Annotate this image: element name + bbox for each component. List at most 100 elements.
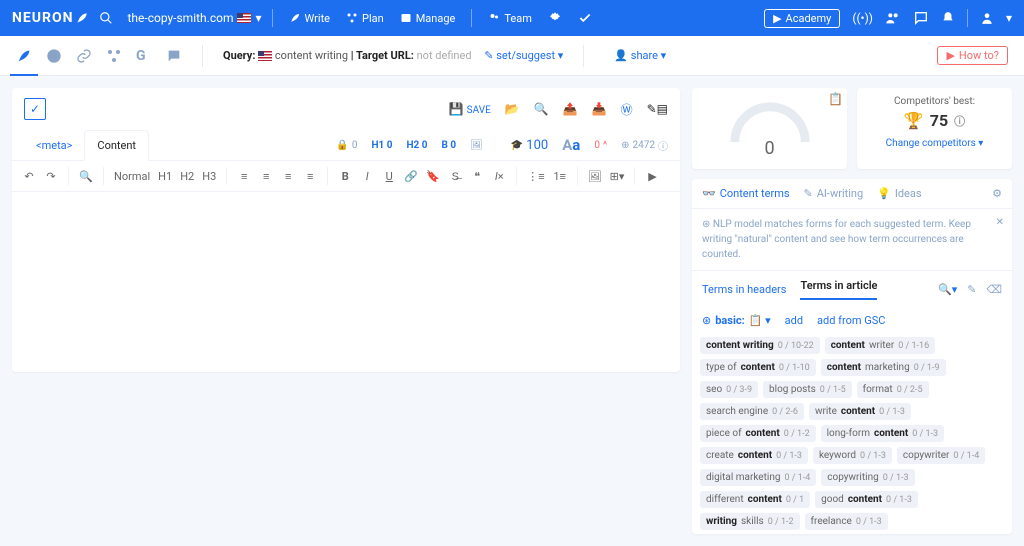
underline-button[interactable]: U (382, 170, 396, 183)
term-chip[interactable]: long-form content 0 / 1-3 (821, 425, 944, 442)
open-icon[interactable]: 📂 (505, 102, 520, 116)
term-chip[interactable]: copywriting 0 / 1-3 (821, 469, 914, 486)
topbar: NEURON the-copy-smith.com ▾ Write Plan M… (0, 0, 1024, 36)
term-chip[interactable]: format 0 / 2-5 (857, 381, 929, 398)
term-chip[interactable]: content writer 0 / 1-16 (825, 337, 935, 354)
term-chip[interactable]: keyword 0 / 1-3 (813, 447, 892, 464)
term-chip[interactable]: blog posts 0 / 1-5 (763, 381, 852, 398)
nav-write[interactable]: Write (289, 12, 330, 25)
term-chip[interactable]: digital marketing 0 / 1-4 (700, 469, 816, 486)
set-suggest-link[interactable]: ✎ set/suggest ▾ (484, 49, 563, 62)
list-ol[interactable]: 1≡ (553, 170, 567, 183)
score-gauge: 📋 0 (692, 88, 847, 169)
edit-icon[interactable]: ✎ (967, 283, 976, 296)
search-icon[interactable] (99, 11, 113, 25)
italic-button[interactable]: I (360, 170, 374, 183)
mode-pie-icon[interactable] (46, 48, 62, 64)
undo-button[interactable]: ↶ (22, 170, 36, 183)
mode-google-icon[interactable]: G (136, 48, 152, 64)
howto-button[interactable]: ▶How to? (937, 46, 1008, 65)
term-chip[interactable]: content marketing 0 / 1-9 (821, 359, 946, 376)
share-link[interactable]: 👤 share ▾ (614, 49, 666, 62)
close-hint[interactable]: ✕ (996, 215, 1004, 230)
editor-body[interactable] (12, 192, 680, 372)
mode-write-icon[interactable] (16, 48, 32, 64)
term-chip[interactable]: seo 0 / 3-9 (700, 381, 758, 398)
change-competitors-link[interactable]: Change competitors ▾ (886, 138, 984, 149)
term-chip[interactable]: create content 0 / 1-3 (700, 447, 808, 464)
align-right[interactable]: ≡ (281, 170, 295, 183)
nav-plan[interactable]: Plan (346, 12, 384, 25)
term-chip[interactable]: different content 0 / 1 (700, 491, 810, 508)
link-button[interactable]: 🔗 (404, 170, 418, 183)
nlp-hint: ⊛ NLP model matches forms for each sugge… (692, 209, 1012, 271)
logo[interactable]: NEURON (12, 10, 89, 26)
user-menu-chevron[interactable]: ▾ (1006, 11, 1012, 25)
term-chip[interactable]: type of content 0 / 1-10 (700, 359, 816, 376)
gear-icon[interactable] (548, 11, 562, 25)
preview-icon[interactable]: 🔍 (534, 102, 549, 116)
format-h1[interactable]: H1 (158, 170, 172, 183)
quote-button[interactable]: ❝ (470, 170, 484, 183)
clipboard-icon[interactable]: 📋 (828, 92, 843, 106)
tab-meta[interactable]: <meta> (24, 131, 84, 160)
tab-content-terms[interactable]: 👓 Content terms (702, 187, 790, 200)
term-chip[interactable]: write content 0 / 1-3 (809, 403, 911, 420)
subtab-headers[interactable]: Terms in headers (702, 283, 786, 296)
tab-ideas[interactable]: 💡 Ideas (877, 187, 921, 200)
add-term[interactable]: add (785, 314, 803, 327)
term-chip[interactable]: writing skills 0 / 1-2 (700, 513, 800, 530)
settings-icon[interactable]: ⚙ (992, 187, 1002, 200)
table-button[interactable]: ⊞▾ (610, 170, 625, 183)
domain-selector[interactable]: the-copy-smith.com ▾ (127, 11, 261, 25)
bold-button[interactable]: B (338, 170, 352, 183)
magic-icon[interactable]: ✎▤ (647, 102, 668, 116)
chat-icon[interactable] (913, 10, 929, 26)
mode-chat-icon[interactable] (166, 48, 182, 64)
user-icon[interactable] (980, 11, 994, 25)
tab-ai-writing[interactable]: ✎ AI-writing (804, 187, 864, 200)
align-justify[interactable]: ≡ (303, 170, 317, 183)
tab-content[interactable]: Content (84, 130, 149, 161)
video-button[interactable]: ▶ (645, 170, 659, 183)
filter-icon[interactable]: 🔍▾ (938, 283, 957, 296)
check-icon[interactable] (578, 11, 592, 25)
nav-manage[interactable]: Manage (400, 12, 456, 25)
term-chip[interactable]: good content 0 / 1-3 (815, 491, 918, 508)
academy-button[interactable]: ▶Academy (764, 9, 840, 28)
subtab-article[interactable]: Terms in article (800, 279, 877, 300)
bell-icon[interactable] (941, 11, 955, 25)
term-chip[interactable]: copywriter 0 / 1-4 (897, 447, 985, 464)
broadcast-icon[interactable]: ((•)) (852, 11, 873, 25)
people-icon[interactable] (885, 10, 901, 26)
save-button[interactable]: 💾 SAVE (449, 102, 491, 116)
select-all-checkbox[interactable]: ✓ (24, 98, 46, 120)
clear-button[interactable]: I× (492, 170, 506, 183)
redo-button[interactable]: ↷ (44, 170, 58, 183)
bookmark-button[interactable]: 🔖 (426, 170, 440, 183)
search-button[interactable]: 🔍 (79, 170, 93, 183)
term-chip[interactable]: freelance 0 / 1-3 (805, 513, 888, 530)
format-h3[interactable]: H3 (202, 170, 216, 183)
mode-link-icon[interactable] (76, 48, 92, 64)
align-center[interactable]: ≡ (259, 170, 273, 183)
import-icon[interactable]: 📥 (592, 102, 607, 116)
term-chip[interactable]: piece of content 0 / 1-2 (700, 425, 816, 442)
format-normal[interactable]: Normal (114, 170, 150, 183)
flag-us-icon (258, 51, 272, 61)
add-from-gsc[interactable]: add from GSC (817, 314, 885, 327)
term-chip[interactable]: content writing 0 / 10-22 (700, 337, 820, 354)
mode-nodes-icon[interactable] (106, 48, 122, 64)
wordpress-icon[interactable]: Ⓦ (621, 101, 633, 118)
image-button[interactable]: 🖼 (588, 170, 602, 183)
align-left[interactable]: ≡ (237, 170, 251, 183)
basic-toggle[interactable]: ⊛ basic: 📋 ▾ (702, 314, 771, 327)
nav-team[interactable]: Team (488, 12, 532, 25)
format-h2[interactable]: H2 (180, 170, 194, 183)
export-icon[interactable]: 📤 (563, 102, 578, 116)
strike-button[interactable]: S̶ (448, 170, 462, 183)
term-chip[interactable]: search engine 0 / 2-6 (700, 403, 804, 420)
list-ul[interactable]: ⋮≡ (527, 170, 544, 183)
query-info: Query: content writing | Target URL: not… (223, 49, 563, 62)
eraser-icon[interactable]: ⌫ (986, 283, 1002, 296)
